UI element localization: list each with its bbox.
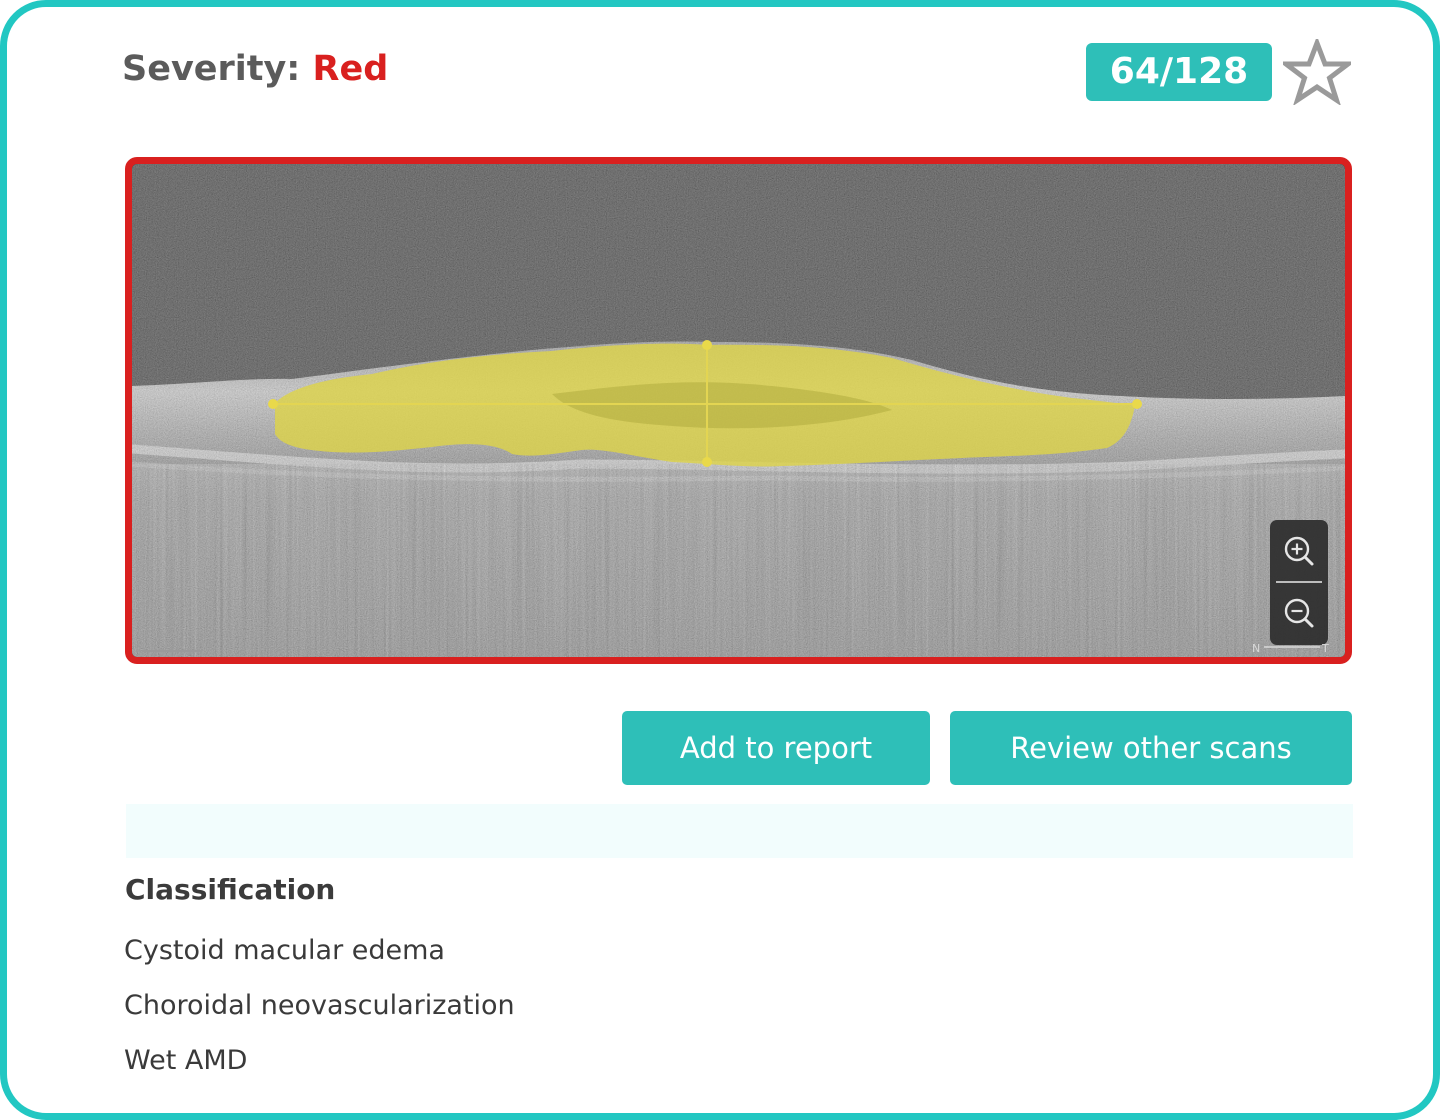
zoom-divider [1276,581,1322,583]
star-icon[interactable] [1283,39,1351,105]
zoom-in-icon[interactable] [1270,522,1328,580]
classification-list: Cystoid macular edema Choroidal neovascu… [124,932,515,1097]
scan-result-card: Severity: Red 64/128 N T Add to report R… [0,0,1440,1120]
oct-scan-viewer[interactable]: N T [125,157,1352,664]
info-banner [126,804,1353,858]
oct-scan-image [132,164,1345,657]
classification-item: Wet AMD [124,1045,248,1076]
add-to-report-button[interactable]: Add to report [622,711,930,785]
classification-item: Choroidal neovascularization [124,990,515,1021]
classification-heading: Classification [125,873,336,906]
svg-text:T: T [1321,642,1329,654]
zoom-out-icon[interactable] [1270,584,1328,642]
severity-value: Red [312,49,389,89]
severity-heading: Severity: Red [122,49,388,89]
scale-bar [142,650,202,652]
svg-text:N: N [1252,642,1260,654]
classification-item: Cystoid macular edema [124,935,445,966]
severity-label: Severity: [122,49,301,89]
zoom-controls [1270,520,1328,645]
nasal-temporal-indicator: N T [1252,642,1329,654]
scan-counter-badge: 64/128 [1086,43,1272,101]
review-other-scans-button[interactable]: Review other scans [950,711,1352,785]
